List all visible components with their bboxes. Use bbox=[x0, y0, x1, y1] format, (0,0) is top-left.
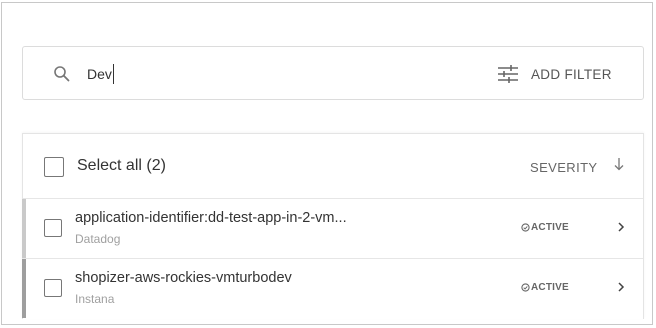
search-input[interactable] bbox=[85, 63, 467, 85]
list-header: Select all (2) SEVERITY bbox=[23, 134, 643, 198]
add-filter-button[interactable]: ADD FILTER bbox=[497, 61, 612, 87]
sort-severity-label[interactable]: SEVERITY bbox=[530, 160, 598, 175]
check-circle-icon bbox=[521, 283, 530, 292]
status-badge: ACTIVE bbox=[521, 222, 569, 233]
row-source: Datadog bbox=[75, 232, 121, 246]
row-source: Instana bbox=[75, 292, 115, 306]
select-all-label[interactable]: Select all (2) bbox=[77, 157, 166, 175]
search-bar[interactable]: ADD FILTER bbox=[22, 46, 644, 100]
results-panel: Select all (2) SEVERITY application-iden… bbox=[22, 133, 644, 319]
row-severity-marker bbox=[22, 259, 26, 318]
list-item[interactable]: shopizer-aws-rockies-vmturbodev Instana … bbox=[22, 258, 643, 318]
chevron-right-icon[interactable] bbox=[617, 221, 625, 233]
text-cursor bbox=[113, 64, 114, 84]
row-title: shopizer-aws-rockies-vmturbodev bbox=[75, 270, 292, 286]
list-item[interactable]: application-identifier:dd-test-app-in-2-… bbox=[22, 198, 643, 258]
row-checkbox[interactable] bbox=[44, 279, 62, 297]
status-badge: ACTIVE bbox=[521, 282, 569, 293]
search-icon bbox=[54, 66, 70, 82]
row-severity-marker bbox=[22, 199, 26, 258]
dialog-frame: ADD FILTER Select all (2) SEVERITY appli… bbox=[1, 2, 653, 325]
row-checkbox[interactable] bbox=[44, 219, 62, 237]
chevron-right-icon[interactable] bbox=[617, 281, 625, 293]
check-circle-icon bbox=[521, 223, 530, 232]
sliders-icon bbox=[498, 65, 518, 83]
row-title: application-identifier:dd-test-app-in-2-… bbox=[75, 210, 347, 226]
add-filter-label: ADD FILTER bbox=[531, 66, 612, 82]
status-label: ACTIVE bbox=[531, 282, 569, 293]
select-all-checkbox[interactable] bbox=[44, 157, 64, 177]
status-label: ACTIVE bbox=[531, 222, 569, 233]
arrow-down-icon[interactable] bbox=[613, 156, 625, 172]
